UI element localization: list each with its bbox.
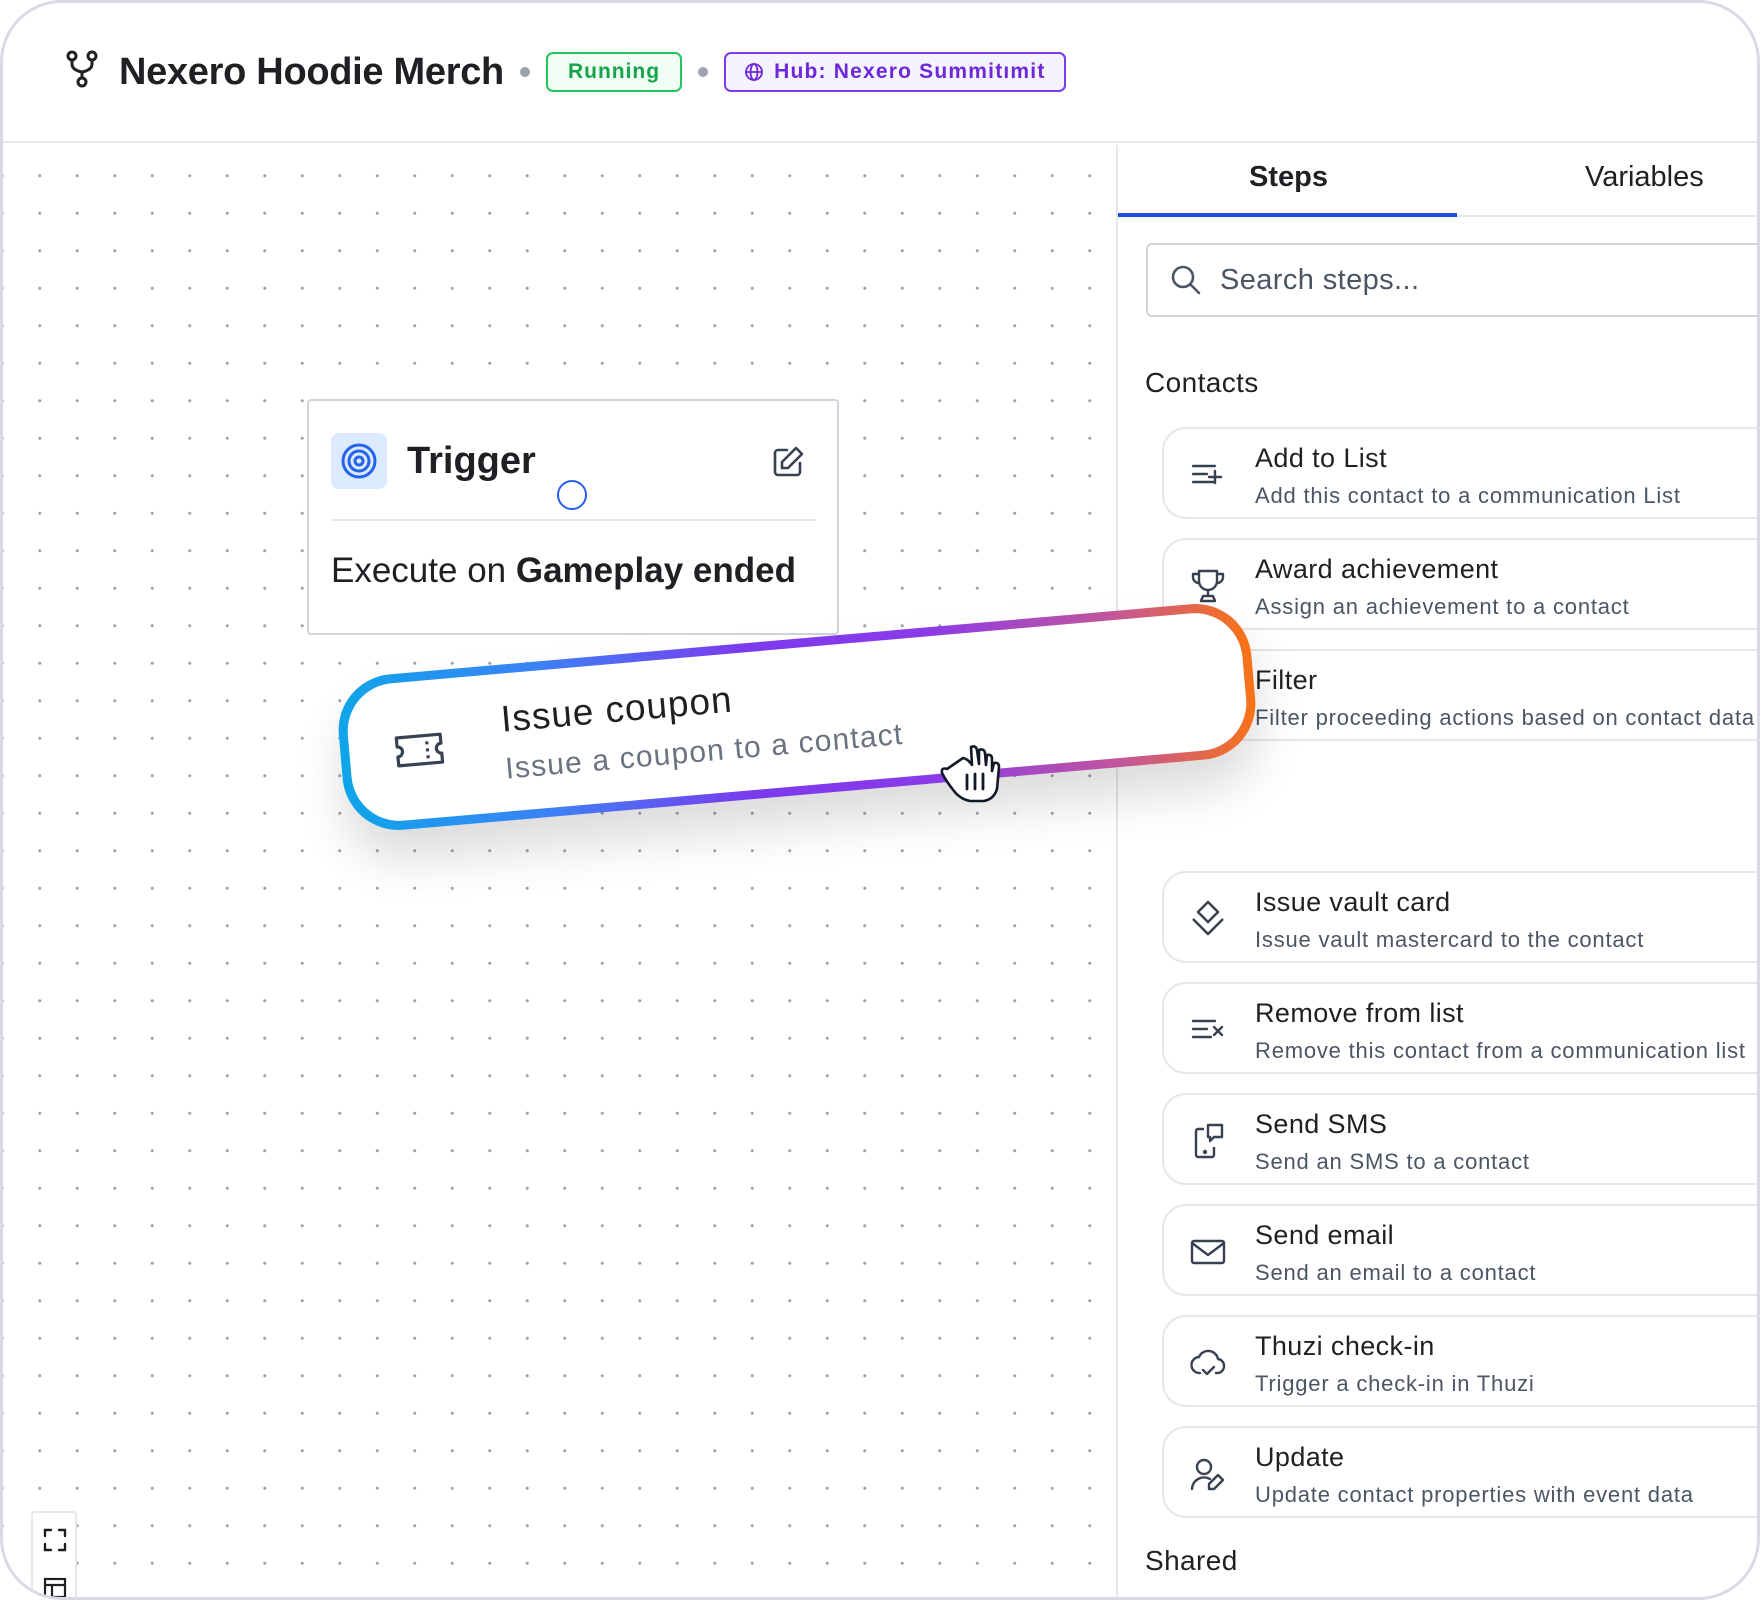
step-name: Issue vault card	[1255, 887, 1451, 917]
active-tab-indicator	[1118, 213, 1457, 217]
step-name: Award achievement	[1255, 554, 1499, 584]
user-edit-icon	[1190, 1458, 1225, 1491]
workflow-icon	[66, 50, 98, 88]
step-update[interactable]: Update Update contact properties with ev…	[1162, 1426, 1757, 1518]
step-send-email[interactable]: Send email Send an email to a contact	[1162, 1204, 1757, 1296]
dragging-step-text: Issue coupon Issue a coupon to a contact	[499, 664, 904, 786]
step-remove-from-list[interactable]: Remove from list Remove this contact fro…	[1162, 982, 1757, 1074]
page-title: Nexero Hoodie Merch	[119, 50, 504, 93]
list-add-icon	[1191, 464, 1223, 485]
trigger-condition-prefix: Execute on	[331, 551, 507, 590]
separator-dot	[519, 67, 530, 77]
trigger-condition: Execute on Gameplay ended	[331, 551, 796, 591]
header: Nexero Hoodie Merch Running Hub: Nexero …	[3, 3, 1757, 143]
search-icon	[1171, 265, 1201, 295]
section-title-contacts: Contacts	[1145, 367, 1259, 398]
cloud-check-icon	[1190, 1349, 1226, 1376]
step-description: Send an email to a contact	[1255, 1260, 1537, 1285]
trigger-title: Trigger	[407, 439, 536, 482]
steps-panel: Steps Variables Contacts Add to List Add…	[1116, 145, 1757, 1597]
app-window: Nexero Hoodie Merch Running Hub: Nexero …	[0, 0, 1760, 1600]
step-name: Send SMS	[1255, 1109, 1388, 1139]
step-thuzi-check-in[interactable]: Thuzi check-in Trigger a check-in in Thu…	[1162, 1315, 1757, 1407]
hub-badge[interactable]: Hub: Nexero Summitımit	[724, 52, 1066, 92]
step-description: Assign an achievement to a contact	[1255, 594, 1630, 619]
step-description: Add this contact to a communication List	[1255, 483, 1681, 508]
list-remove-icon	[1191, 1019, 1224, 1039]
trigger-node[interactable]: Trigger Execute on Gameplay ended	[307, 399, 839, 635]
step-name: Filter	[1255, 665, 1318, 695]
step-description: Remove this contact from a communication…	[1255, 1038, 1746, 1063]
step-description: Update contact properties with event dat…	[1255, 1482, 1694, 1507]
step-award-achievement[interactable]: Award achievement Assign an achievement …	[1162, 538, 1757, 630]
coupon-icon	[394, 732, 445, 768]
sms-icon	[1194, 1123, 1224, 1159]
tab-steps[interactable]: Steps	[1249, 161, 1328, 194]
section-title-shared: Shared	[1145, 1545, 1238, 1576]
status-badge: Running	[545, 52, 683, 92]
step-description: Send an SMS to a contact	[1255, 1149, 1530, 1174]
trophy-icon	[1191, 569, 1225, 603]
hub-badge-label: Hub: Nexero Summitımit	[774, 60, 1046, 83]
step-name: Remove from list	[1255, 998, 1464, 1028]
vault-card-icon	[1192, 900, 1224, 936]
tab-variables[interactable]: Variables	[1585, 161, 1704, 194]
separator-dot	[698, 67, 709, 77]
step-name: Add to List	[1255, 443, 1387, 473]
globe-icon	[745, 63, 763, 81]
edit-icon[interactable]	[771, 445, 805, 479]
panel-tabs: Steps Variables	[1118, 145, 1757, 217]
grab-cursor-icon	[940, 745, 1001, 803]
minimap-icon[interactable]	[42, 1575, 68, 1600]
trigger-event: Gameplay ended	[515, 551, 796, 590]
step-description: Trigger a check-in in Thuzi	[1255, 1371, 1535, 1396]
divider	[331, 519, 815, 521]
step-name: Thuzi check-in	[1255, 1331, 1435, 1361]
node-output-handle[interactable]	[557, 480, 587, 510]
canvas-controls	[31, 1511, 77, 1600]
step-send-sms[interactable]: Send SMS Send an SMS to a contact	[1162, 1093, 1757, 1185]
workflow-canvas[interactable]: Trigger Execute on Gameplay ended	[3, 145, 1116, 1597]
step-description: Issue vault mastercard to the contact	[1255, 927, 1645, 952]
step-name: Send email	[1255, 1220, 1395, 1250]
step-description: Filter proceeding actions based on conta…	[1255, 705, 1755, 730]
step-name: Update	[1255, 1442, 1345, 1472]
fit-view-icon[interactable]	[42, 1527, 68, 1553]
step-add-to-list[interactable]: Add to List Add this contact to a commun…	[1162, 427, 1757, 519]
step-issue-vault-card[interactable]: Issue vault card Issue vault mastercard …	[1162, 871, 1757, 963]
search-box[interactable]	[1146, 243, 1757, 317]
mail-icon	[1190, 1239, 1226, 1265]
search-input[interactable]	[1220, 263, 1720, 297]
target-icon	[331, 433, 387, 489]
